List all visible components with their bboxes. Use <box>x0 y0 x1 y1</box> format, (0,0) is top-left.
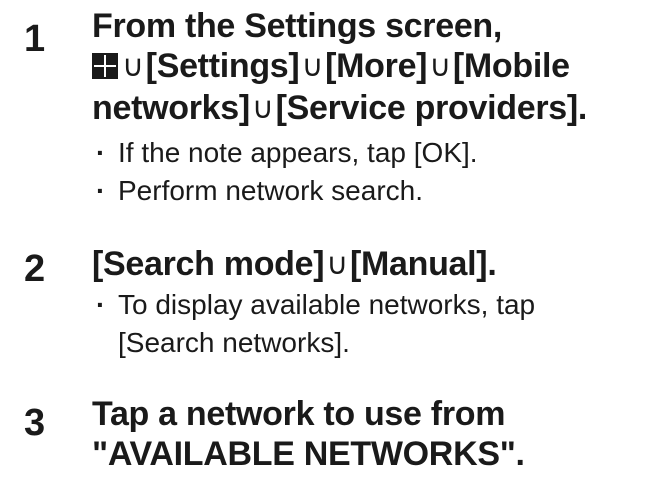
heading-line: networks]∪[Service providers]. <box>92 88 639 130</box>
apps-grid-icon <box>92 53 118 79</box>
bullet-item: [Search networks]. <box>118 327 350 358</box>
arrow-separator: ∪ <box>301 50 324 83</box>
heading-line: ∪[Settings]∪[More]∪[Mobile <box>92 46 639 88</box>
arrow-separator: ∪ <box>326 248 348 281</box>
step-number: 1 <box>24 18 46 60</box>
menu-item: [More] <box>325 47 428 85</box>
step-heading: From the Settings screen, ∪[Settings]∪[M… <box>92 6 639 130</box>
menu-item: [Manual]. <box>349 245 497 283</box>
arrow-separator: ∪ <box>251 92 274 125</box>
heading-line: "AVAILABLE NETWORKS". <box>92 435 525 473</box>
heading-line: From the Settings screen, <box>92 7 503 45</box>
step-heading: [Search mode]∪[Manual]. <box>92 244 639 286</box>
step-body: Tap a network to use from "AVAILABLE NET… <box>92 394 639 474</box>
menu-item: [Search mode] <box>92 245 325 283</box>
step-number: 2 <box>24 248 46 290</box>
bullet-list: To display available networks, tap [Sear… <box>92 286 639 362</box>
step-body: [Search mode]∪[Manual]. To display avail… <box>92 244 639 362</box>
arrow-separator: ∪ <box>122 50 144 83</box>
bullet-item: To display available networks, tap <box>92 286 639 324</box>
menu-item: [Settings] <box>145 47 300 85</box>
arrow-separator: ∪ <box>429 50 451 83</box>
bullet-item: Perform network search. <box>92 172 639 210</box>
heading-line: [Search mode]∪[Manual]. <box>92 244 639 286</box>
bullet-item: If the note appears, tap [OK]. <box>92 134 639 172</box>
step-heading: Tap a network to use from "AVAILABLE NET… <box>92 394 639 474</box>
step-number: 3 <box>24 402 46 444</box>
step-body: From the Settings screen, ∪[Settings]∪[M… <box>92 6 639 210</box>
menu-item: [Mobile <box>452 47 570 85</box>
menu-item: [Service providers]. <box>275 89 588 127</box>
menu-item: networks] <box>92 89 250 127</box>
bullet-list: If the note appears, tap [OK]. Perform n… <box>92 134 639 210</box>
heading-line: Tap a network to use from <box>92 395 506 433</box>
